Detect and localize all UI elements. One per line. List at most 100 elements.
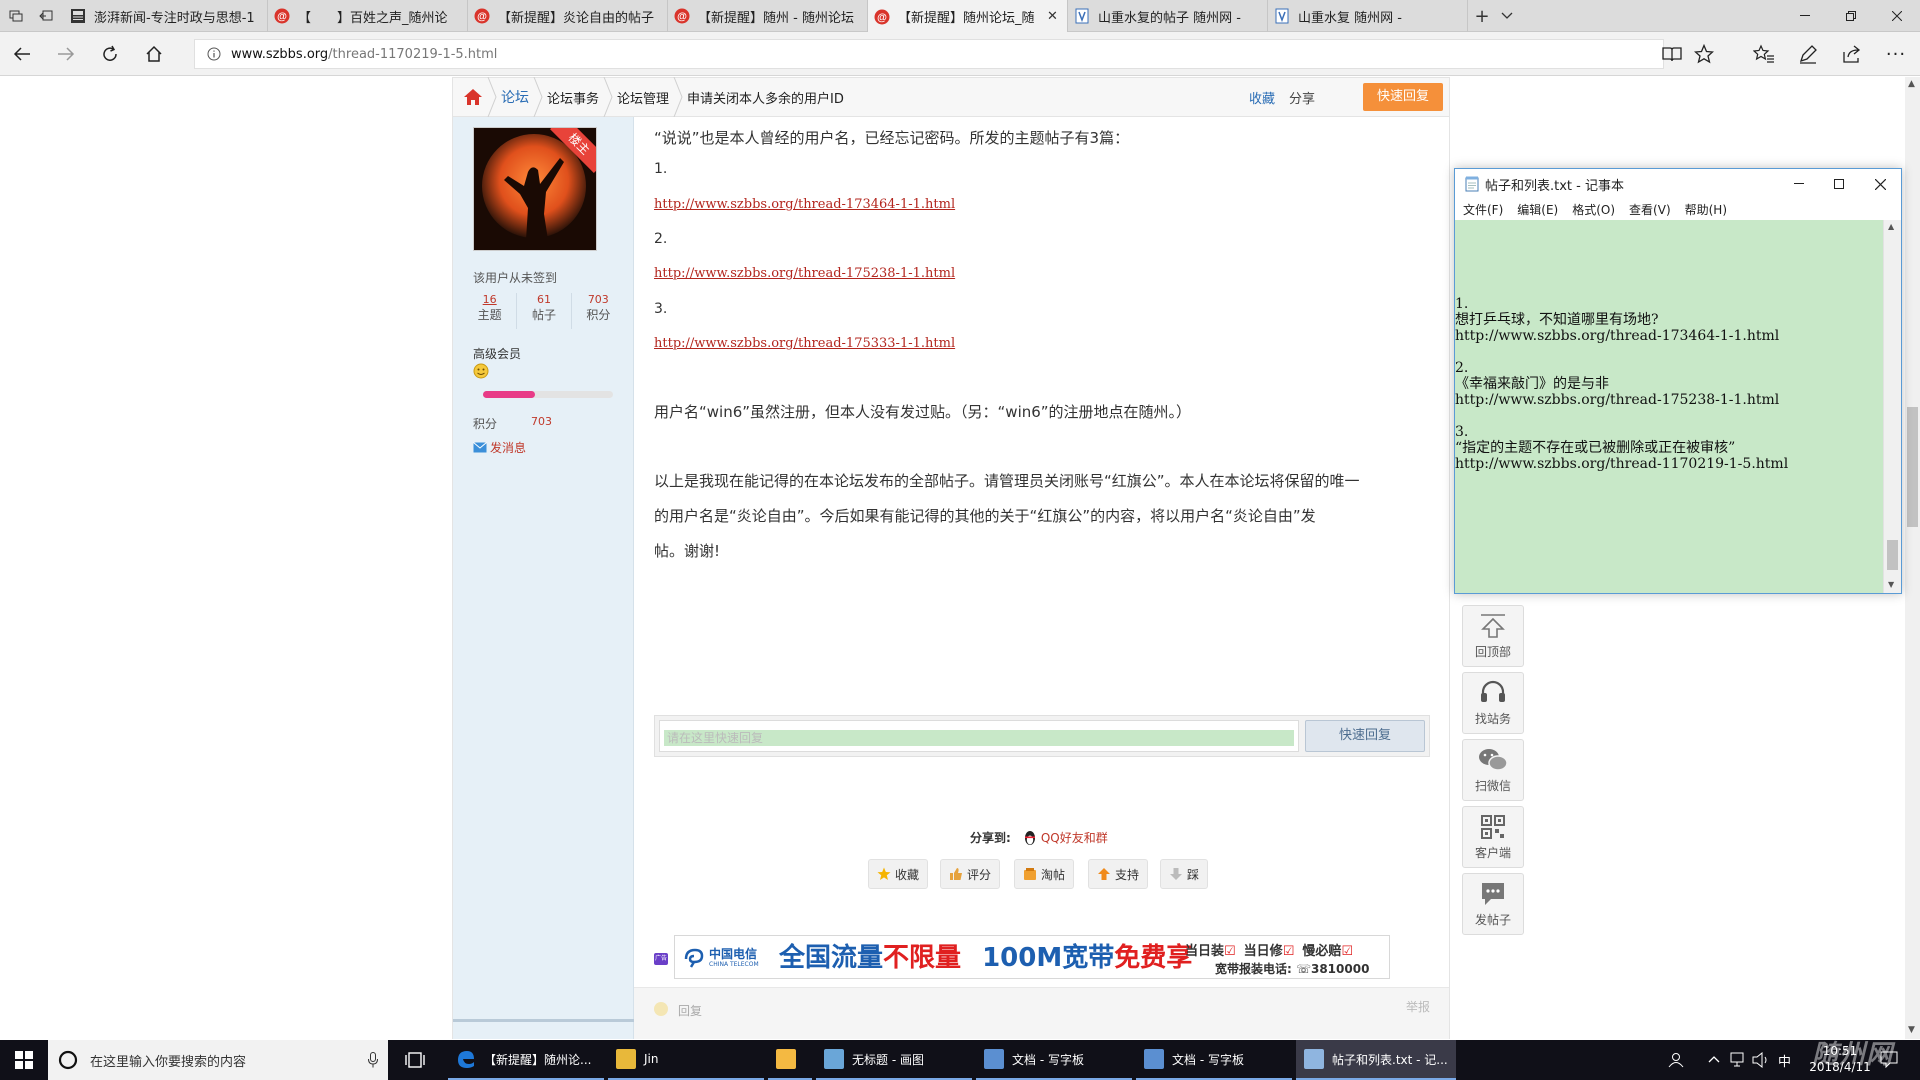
photos-icon xyxy=(776,1049,796,1069)
notepad-close-button[interactable] xyxy=(1859,169,1901,199)
volume-icon[interactable] xyxy=(1752,1052,1770,1068)
taskbar-app-6[interactable]: 文档 - 写字板 xyxy=(1136,1040,1292,1080)
rate-action-button[interactable]: 评分 xyxy=(940,859,1000,889)
browser-tab-3[interactable]: @ 【新提醒】炎论自由的帖子 xyxy=(468,0,668,32)
browser-tab-4[interactable]: @ 【新提醒】随州 - 随州论坛 xyxy=(668,0,868,32)
notepad-menu-view[interactable]: 查看(V) xyxy=(1629,201,1671,218)
notepad-menu-file[interactable]: 文件(F) xyxy=(1463,201,1503,218)
notepad-menu-edit[interactable]: 编辑(E) xyxy=(1517,201,1558,218)
microphone-icon[interactable] xyxy=(368,1052,378,1068)
oppose-action-button[interactable]: 踩 xyxy=(1160,859,1208,889)
page-vertical-scrollbar[interactable]: ▲ ▼ xyxy=(1905,77,1920,1039)
browser-tab-1[interactable]: 澎湃新闻-专注时政与思想-1 xyxy=(64,0,268,32)
notepad-menu-format[interactable]: 格式(O) xyxy=(1572,201,1615,218)
new-tab-button[interactable]: + xyxy=(1468,6,1496,27)
browser-tab-6[interactable]: 山重水复的帖子 随州网 - xyxy=(1068,0,1268,32)
notepad-text-area[interactable]: 1. 想打乒乓球，不知道哪里有场地? http://www.szbbs.org/… xyxy=(1455,220,1883,593)
send-message-label: 发消息 xyxy=(490,441,527,455)
notepad-scroll-up-icon[interactable]: ▲ xyxy=(1888,222,1894,231)
reply-link[interactable]: 回复 xyxy=(678,1002,702,1019)
post-link-number-3: 3. xyxy=(654,301,668,317)
stat-points[interactable]: 703 积分 xyxy=(572,293,625,329)
notepad-scroll-down-icon[interactable]: ▼ xyxy=(1888,580,1894,589)
share-link[interactable]: 分享 xyxy=(1289,88,1315,107)
home-icon[interactable] xyxy=(142,42,166,66)
more-menu-icon[interactable]: ··· xyxy=(1884,42,1908,66)
task-view-icon[interactable] xyxy=(404,1050,426,1070)
page-scroll-thumb[interactable] xyxy=(1907,407,1918,527)
favorite-star-icon[interactable] xyxy=(1692,42,1716,66)
chat-bubble-icon xyxy=(1482,882,1504,905)
set-aside-tabs-icon[interactable] xyxy=(32,4,60,28)
refresh-icon[interactable] xyxy=(98,42,122,66)
ime-indicator[interactable]: 中 xyxy=(1778,1051,1791,1070)
taskbar-app-4[interactable]: 无标题 - 画图 xyxy=(816,1040,972,1080)
taskbar-app-7[interactable]: 帖子和列表.txt - 记... xyxy=(1296,1040,1456,1080)
notepad-scroll-thumb[interactable] xyxy=(1887,540,1898,570)
quick-reply-input[interactable]: 请在这里快速回复 xyxy=(659,720,1299,752)
breadcrumb-item-forum-affairs[interactable]: 论坛事务 xyxy=(547,88,599,107)
start-windows-icon[interactable] xyxy=(0,1040,48,1080)
favorites-hub-icon[interactable] xyxy=(1752,42,1776,66)
people-icon[interactable] xyxy=(1668,1052,1684,1068)
scan-wechat-button[interactable]: 扫微信 xyxy=(1462,739,1524,801)
notepad-minimize-button[interactable] xyxy=(1779,169,1819,199)
post-link-3[interactable]: http://www.szbbs.org/thread-175333-1-1.h… xyxy=(654,336,955,351)
notepad-titlebar[interactable]: 帖子和列表.txt - 记事本 xyxy=(1455,169,1901,199)
send-message-link[interactable]: 发消息 xyxy=(473,439,526,456)
window-close-button[interactable] xyxy=(1874,0,1920,32)
taskbar-app-2[interactable]: Jin xyxy=(608,1040,764,1080)
taskbar-app-1[interactable]: 【新提醒】随州论... xyxy=(448,1040,604,1080)
share-qq-link[interactable]: QQ好友和群 xyxy=(1041,829,1108,846)
share-icon[interactable] xyxy=(1840,42,1864,66)
collect-action-button[interactable]: 淘帖 xyxy=(1014,859,1074,889)
telecom-ad-banner[interactable]: 中国电信 CHINA TELECOM 全国流量不限量 100M宽带免费享 当日装… xyxy=(674,935,1390,979)
forward-arrow-icon[interactable] xyxy=(54,42,78,66)
notepad-window[interactable]: 帖子和列表.txt - 记事本 文件(F) 编辑(E) 格式(O) 查看(V) … xyxy=(1454,168,1902,594)
info-icon[interactable] xyxy=(207,47,221,61)
taskbar-search-box[interactable]: 在这里输入你要搜索的内容 xyxy=(48,1040,388,1080)
favorite-link[interactable]: 收藏 xyxy=(1249,88,1275,107)
tray-chevron-up-icon[interactable] xyxy=(1708,1054,1720,1064)
quick-reply-top-button[interactable]: 快速回复 xyxy=(1363,83,1443,111)
taskbar-app-5[interactable]: 文档 - 写字板 xyxy=(976,1040,1132,1080)
report-link[interactable]: 举报 xyxy=(1406,998,1430,1015)
quick-reply-submit-button[interactable]: 快速回复 xyxy=(1305,720,1425,752)
scroll-down-arrow-icon[interactable]: ▼ xyxy=(1908,1025,1915,1035)
notepad-menu-help[interactable]: 帮助(H) xyxy=(1685,201,1727,218)
new-post-button[interactable]: 发帖子 xyxy=(1462,873,1524,935)
back-arrow-icon[interactable] xyxy=(10,42,34,66)
post-link-1[interactable]: http://www.szbbs.org/thread-173464-1-1.h… xyxy=(654,197,955,212)
network-icon[interactable] xyxy=(1730,1052,1748,1068)
scroll-up-arrow-icon[interactable]: ▲ xyxy=(1908,79,1915,89)
window-restore-button[interactable] xyxy=(1828,0,1874,32)
home-house-icon[interactable] xyxy=(463,88,483,106)
taskbar-app-3[interactable] xyxy=(768,1040,812,1080)
qq-penguin-icon[interactable] xyxy=(1023,830,1037,846)
stat-threads[interactable]: 16 主题 xyxy=(463,293,518,329)
tab-list-icon[interactable] xyxy=(2,4,30,28)
url-input[interactable]: www.szbbs.org/thread-1170219-1-5.html xyxy=(194,39,1664,69)
notepad-maximize-button[interactable] xyxy=(1819,169,1859,199)
avatar[interactable]: 楼主 xyxy=(473,127,597,251)
support-action-button[interactable]: 支持 xyxy=(1088,859,1148,889)
web-note-pen-icon[interactable] xyxy=(1796,42,1820,66)
browser-tab-7[interactable]: 山重水复 随州网 - xyxy=(1268,0,1468,32)
breadcrumb-home-link[interactable]: 论坛 xyxy=(501,87,529,107)
favorite-action-label: 收藏 xyxy=(894,867,919,882)
stat-posts[interactable]: 61 帖子 xyxy=(517,293,572,329)
breadcrumb-item-forum-admin[interactable]: 论坛管理 xyxy=(617,88,669,107)
close-tab-icon[interactable]: ✕ xyxy=(1047,9,1061,24)
browser-tab-2[interactable]: @ 【 】百姓之声_随州论 xyxy=(268,0,468,32)
back-to-top-button[interactable]: 回顶部 xyxy=(1462,605,1524,667)
window-minimize-button[interactable] xyxy=(1782,0,1828,32)
post-link-2[interactable]: http://www.szbbs.org/thread-175238-1-1.h… xyxy=(654,266,955,281)
tab-preview-chevron-icon[interactable] xyxy=(1500,8,1520,28)
favorite-action-button[interactable]: 收藏 xyxy=(868,859,928,889)
browser-tab-5[interactable]: @ 【新提醒】随州论坛_随 ✕ xyxy=(868,0,1068,33)
client-app-button[interactable]: 客户端 xyxy=(1462,806,1524,868)
reading-view-icon[interactable] xyxy=(1660,42,1684,66)
points-value: 703 xyxy=(531,415,552,428)
notepad-scrollbar[interactable]: ▲ ▼ xyxy=(1883,220,1901,593)
contact-staff-button[interactable]: 找站务 xyxy=(1462,672,1524,734)
